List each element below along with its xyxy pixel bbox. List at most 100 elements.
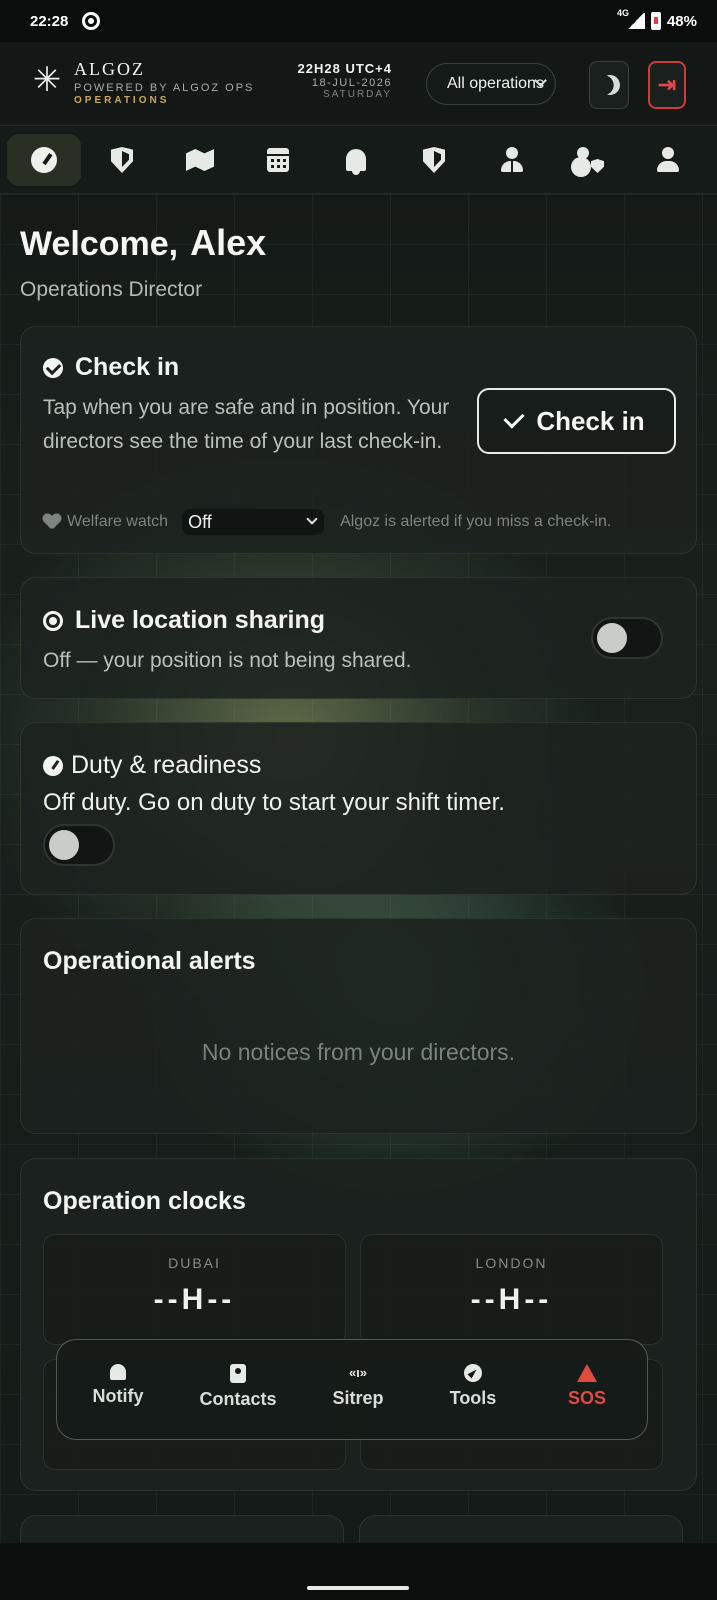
warning-icon (577, 1364, 597, 1382)
duty-title: Duty & readiness (43, 751, 261, 780)
location-target-icon (43, 610, 63, 631)
brand-block: ALGOZ POWERED BY ALGOZ OPS OPERATIONS (74, 59, 254, 106)
map-icon (186, 149, 214, 171)
welfare-watch-label: Welfare watch (67, 513, 169, 530)
check-in-title: Check in (43, 353, 179, 382)
tab-directors[interactable] (475, 134, 549, 186)
clock-cell: LONDON --H-- (360, 1234, 663, 1345)
tab-calendar[interactable] (241, 134, 315, 186)
chrome-icon (82, 12, 101, 30)
battery-level: 48% (666, 12, 697, 30)
live-location-title: Live location sharing (43, 606, 325, 635)
chevron-down-icon (306, 513, 318, 525)
status-time: 22:28 (30, 12, 69, 30)
welfare-watch-select[interactable]: Off (182, 509, 325, 535)
operational-alerts-card: Operational alerts No notices from your … (20, 918, 697, 1134)
welcome-heading: Welcome, Alex (20, 222, 266, 264)
check-in-description: Tap when you are safe and in position. Y… (43, 396, 450, 453)
tab-security[interactable] (85, 134, 159, 186)
clock-city: DUBAI (168, 1255, 221, 1271)
user-icon (657, 147, 679, 173)
sitrep-label: Sitrep (332, 1388, 384, 1408)
tab-dashboard[interactable] (7, 134, 81, 186)
system-nav-bar (0, 1543, 717, 1600)
tools-button[interactable]: Tools (418, 1364, 528, 1409)
toggle-knob (597, 623, 627, 653)
shield-icon (111, 147, 133, 173)
bell-icon (110, 1364, 126, 1380)
tab-protection[interactable] (397, 134, 471, 186)
duty-toggle[interactable] (43, 824, 115, 866)
operation-select-value: All operations (447, 75, 544, 92)
tab-profile[interactable] (631, 134, 705, 186)
notify-label: Notify (92, 1386, 144, 1406)
user-tie-icon (501, 147, 523, 173)
alerts-empty-text: No notices from your directors. (201, 1039, 516, 1065)
check-in-button-label: Check in (536, 405, 645, 436)
welfare-watch-value: Off (188, 512, 212, 532)
main-tab-bar (0, 127, 717, 194)
app-screen: 22:28 4G 48% ✳ ALGOZ POWERED BY ALGOZ OP… (0, 0, 717, 1600)
moon-icon (597, 72, 623, 98)
clock-day: SATURDAY (323, 89, 392, 100)
battery-icon (650, 12, 661, 30)
user-role: Operations Director (20, 278, 203, 301)
clock-time-value: --H-- (470, 1283, 553, 1316)
alerts-title: Operational alerts (43, 947, 256, 975)
bell-icon (346, 149, 366, 175)
network-type: 4G (616, 8, 629, 18)
gauge-icon (43, 755, 63, 776)
theme-toggle-button[interactable] (589, 61, 629, 109)
live-location-toggle[interactable] (591, 617, 663, 659)
sitrep-button[interactable]: «ı» Sitrep (303, 1364, 413, 1409)
check-in-title-text: Check in (75, 353, 180, 381)
welfare-watch-note: Algoz is alerted if you miss a check-in. (340, 513, 612, 530)
welcome-name: Alex (190, 222, 267, 263)
user-shield-icon (575, 147, 605, 173)
brand-powered: POWERED BY ALGOZ OPS (74, 82, 255, 94)
operation-select[interactable]: All operations (426, 63, 556, 105)
welcome-greeting: Welcome, (20, 225, 179, 263)
contacts-icon (230, 1364, 246, 1383)
check-in-button[interactable]: Check in (477, 388, 676, 454)
home-gesture-handle[interactable] (307, 1586, 409, 1590)
operation-clocks-card: Operation clocks DUBAI --H-- LONDON --H-… (20, 1158, 697, 1491)
logout-icon: ⇥ (657, 72, 677, 97)
sos-label: SOS (567, 1388, 606, 1408)
compass-icon (464, 1364, 482, 1382)
header-clock: 22H28 UTC+4 18-JUL-2026 SATURDAY (270, 61, 392, 100)
live-location-card: Live location sharing Off — your positio… (20, 577, 697, 699)
algoz-logo-icon: ✳ (32, 61, 62, 99)
tab-team-security[interactable] (553, 134, 627, 186)
checkmark-icon (503, 407, 525, 429)
duty-readiness-card: Duty & readiness Off duty. Go on duty to… (20, 722, 697, 895)
duty-title-text: Duty & readiness (71, 751, 262, 779)
tab-notifications[interactable] (319, 134, 393, 186)
app-header: ✳ ALGOZ POWERED BY ALGOZ OPS OPERATIONS … (0, 42, 717, 126)
clock-time: 22H28 UTC+4 (297, 61, 392, 76)
calendar-icon (267, 148, 289, 172)
clock-cell: DUBAI --H-- (43, 1234, 346, 1345)
live-location-title-text: Live location sharing (75, 606, 326, 634)
check-circle-icon (43, 357, 63, 378)
welfare-watch-row: Welfare watch Off Algoz is alerted if yo… (43, 509, 611, 535)
system-status-bar: 22:28 4G 48% (0, 0, 717, 42)
toggle-knob (49, 830, 79, 860)
logout-button[interactable]: ⇥ (648, 61, 686, 109)
quick-action-bar: Notify Contacts «ı» Sitrep Tools SOS (56, 1339, 648, 1440)
clock-time-value: --H-- (153, 1283, 236, 1316)
sos-button[interactable]: SOS (532, 1364, 642, 1409)
tab-map[interactable] (163, 134, 237, 186)
live-location-status: Off — your position is not being shared. (43, 649, 412, 672)
contacts-label: Contacts (199, 1389, 277, 1409)
shield-icon (423, 147, 445, 173)
clock-date: 18-JUL-2026 (311, 77, 392, 89)
contacts-button[interactable]: Contacts (183, 1364, 293, 1410)
antenna-icon: «ı» (348, 1365, 368, 1380)
signal-icon: 4G (617, 8, 645, 29)
notify-button[interactable]: Notify (63, 1364, 173, 1407)
status-right: 4G 48% (617, 8, 697, 30)
dashboard-gauge-icon (31, 147, 57, 173)
check-in-card: Check in Tap when you are safe and in po… (20, 326, 697, 554)
tools-label: Tools (449, 1388, 497, 1408)
